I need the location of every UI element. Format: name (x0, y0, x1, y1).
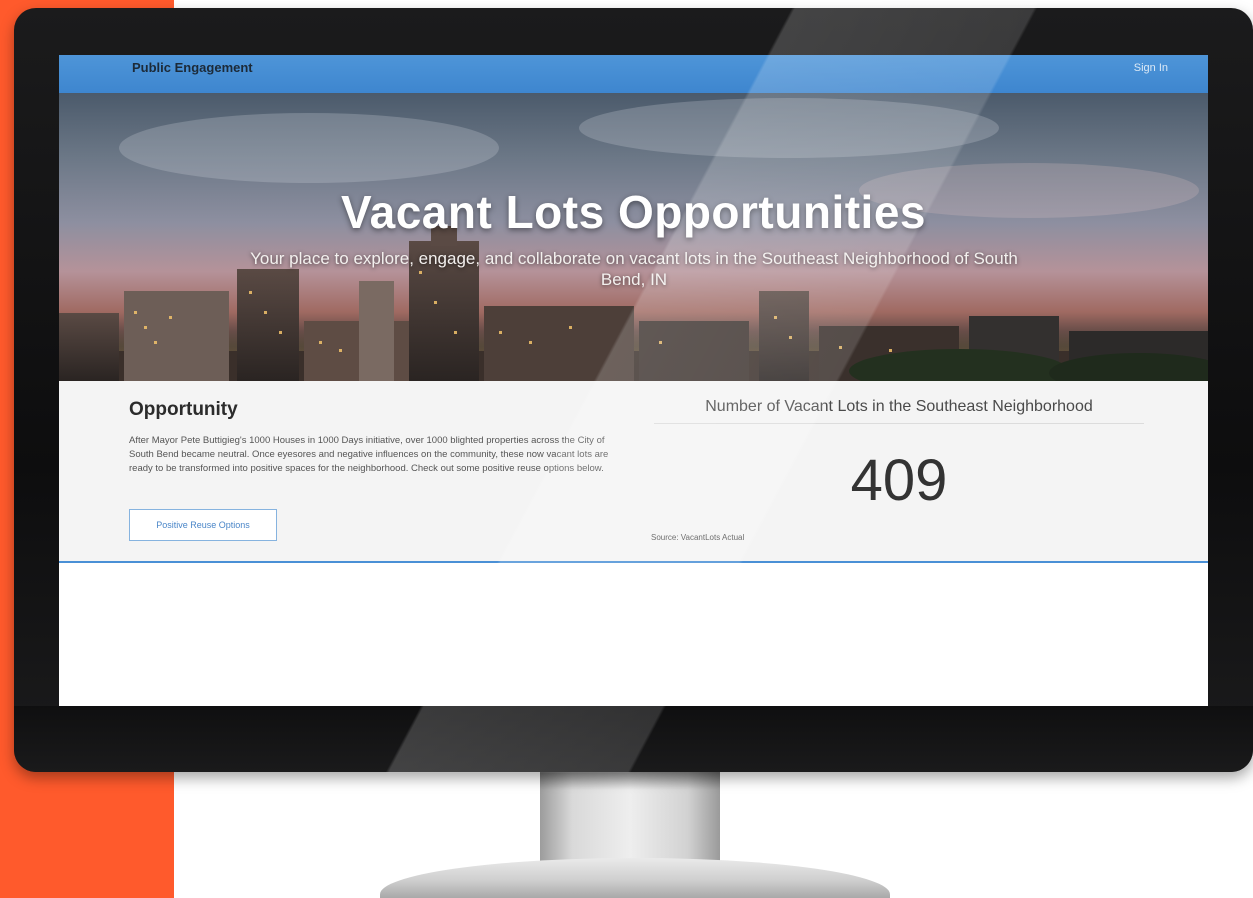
vacant-lots-count-value: 409 (850, 448, 948, 513)
marketing-mockup: Public Engagement Sign In Vacant Lots Op… (0, 0, 1253, 898)
hero-cloud (119, 113, 499, 183)
hero-cloud (579, 98, 999, 158)
site-brand-link[interactable]: Public Engagement (132, 60, 253, 75)
monitor-chin (14, 706, 1253, 772)
content-below-fold (59, 563, 1208, 706)
hero-subtitle: Your place to explore, engage, and colla… (250, 249, 1018, 289)
monitor-stand-base (380, 858, 890, 898)
sign-in-link[interactable]: Sign In (1134, 62, 1168, 74)
opportunity-description: After Mayor Pete Buttigieg's 1000 Houses… (129, 435, 609, 474)
monitor-stand-shadow (540, 770, 720, 790)
opportunity-section: Opportunity After Mayor Pete Buttigieg's… (59, 381, 1208, 563)
hero-banner: Vacant Lots Opportunities Your place to … (59, 93, 1208, 381)
site-header: Public Engagement Sign In (59, 55, 1208, 93)
vacant-lots-count-source: Source: VacantLots Actual (651, 533, 745, 542)
opportunity-heading: Opportunity (129, 399, 238, 420)
positive-reuse-options-button[interactable]: Positive Reuse Options (129, 509, 277, 541)
city-skyline-image (59, 226, 1208, 381)
monitor-screen: Public Engagement Sign In Vacant Lots Op… (59, 55, 1208, 706)
vacant-lots-count-title: Number of Vacant Lots in the Southeast N… (654, 398, 1144, 424)
hero-title: Vacant Lots Opportunities (340, 186, 926, 238)
